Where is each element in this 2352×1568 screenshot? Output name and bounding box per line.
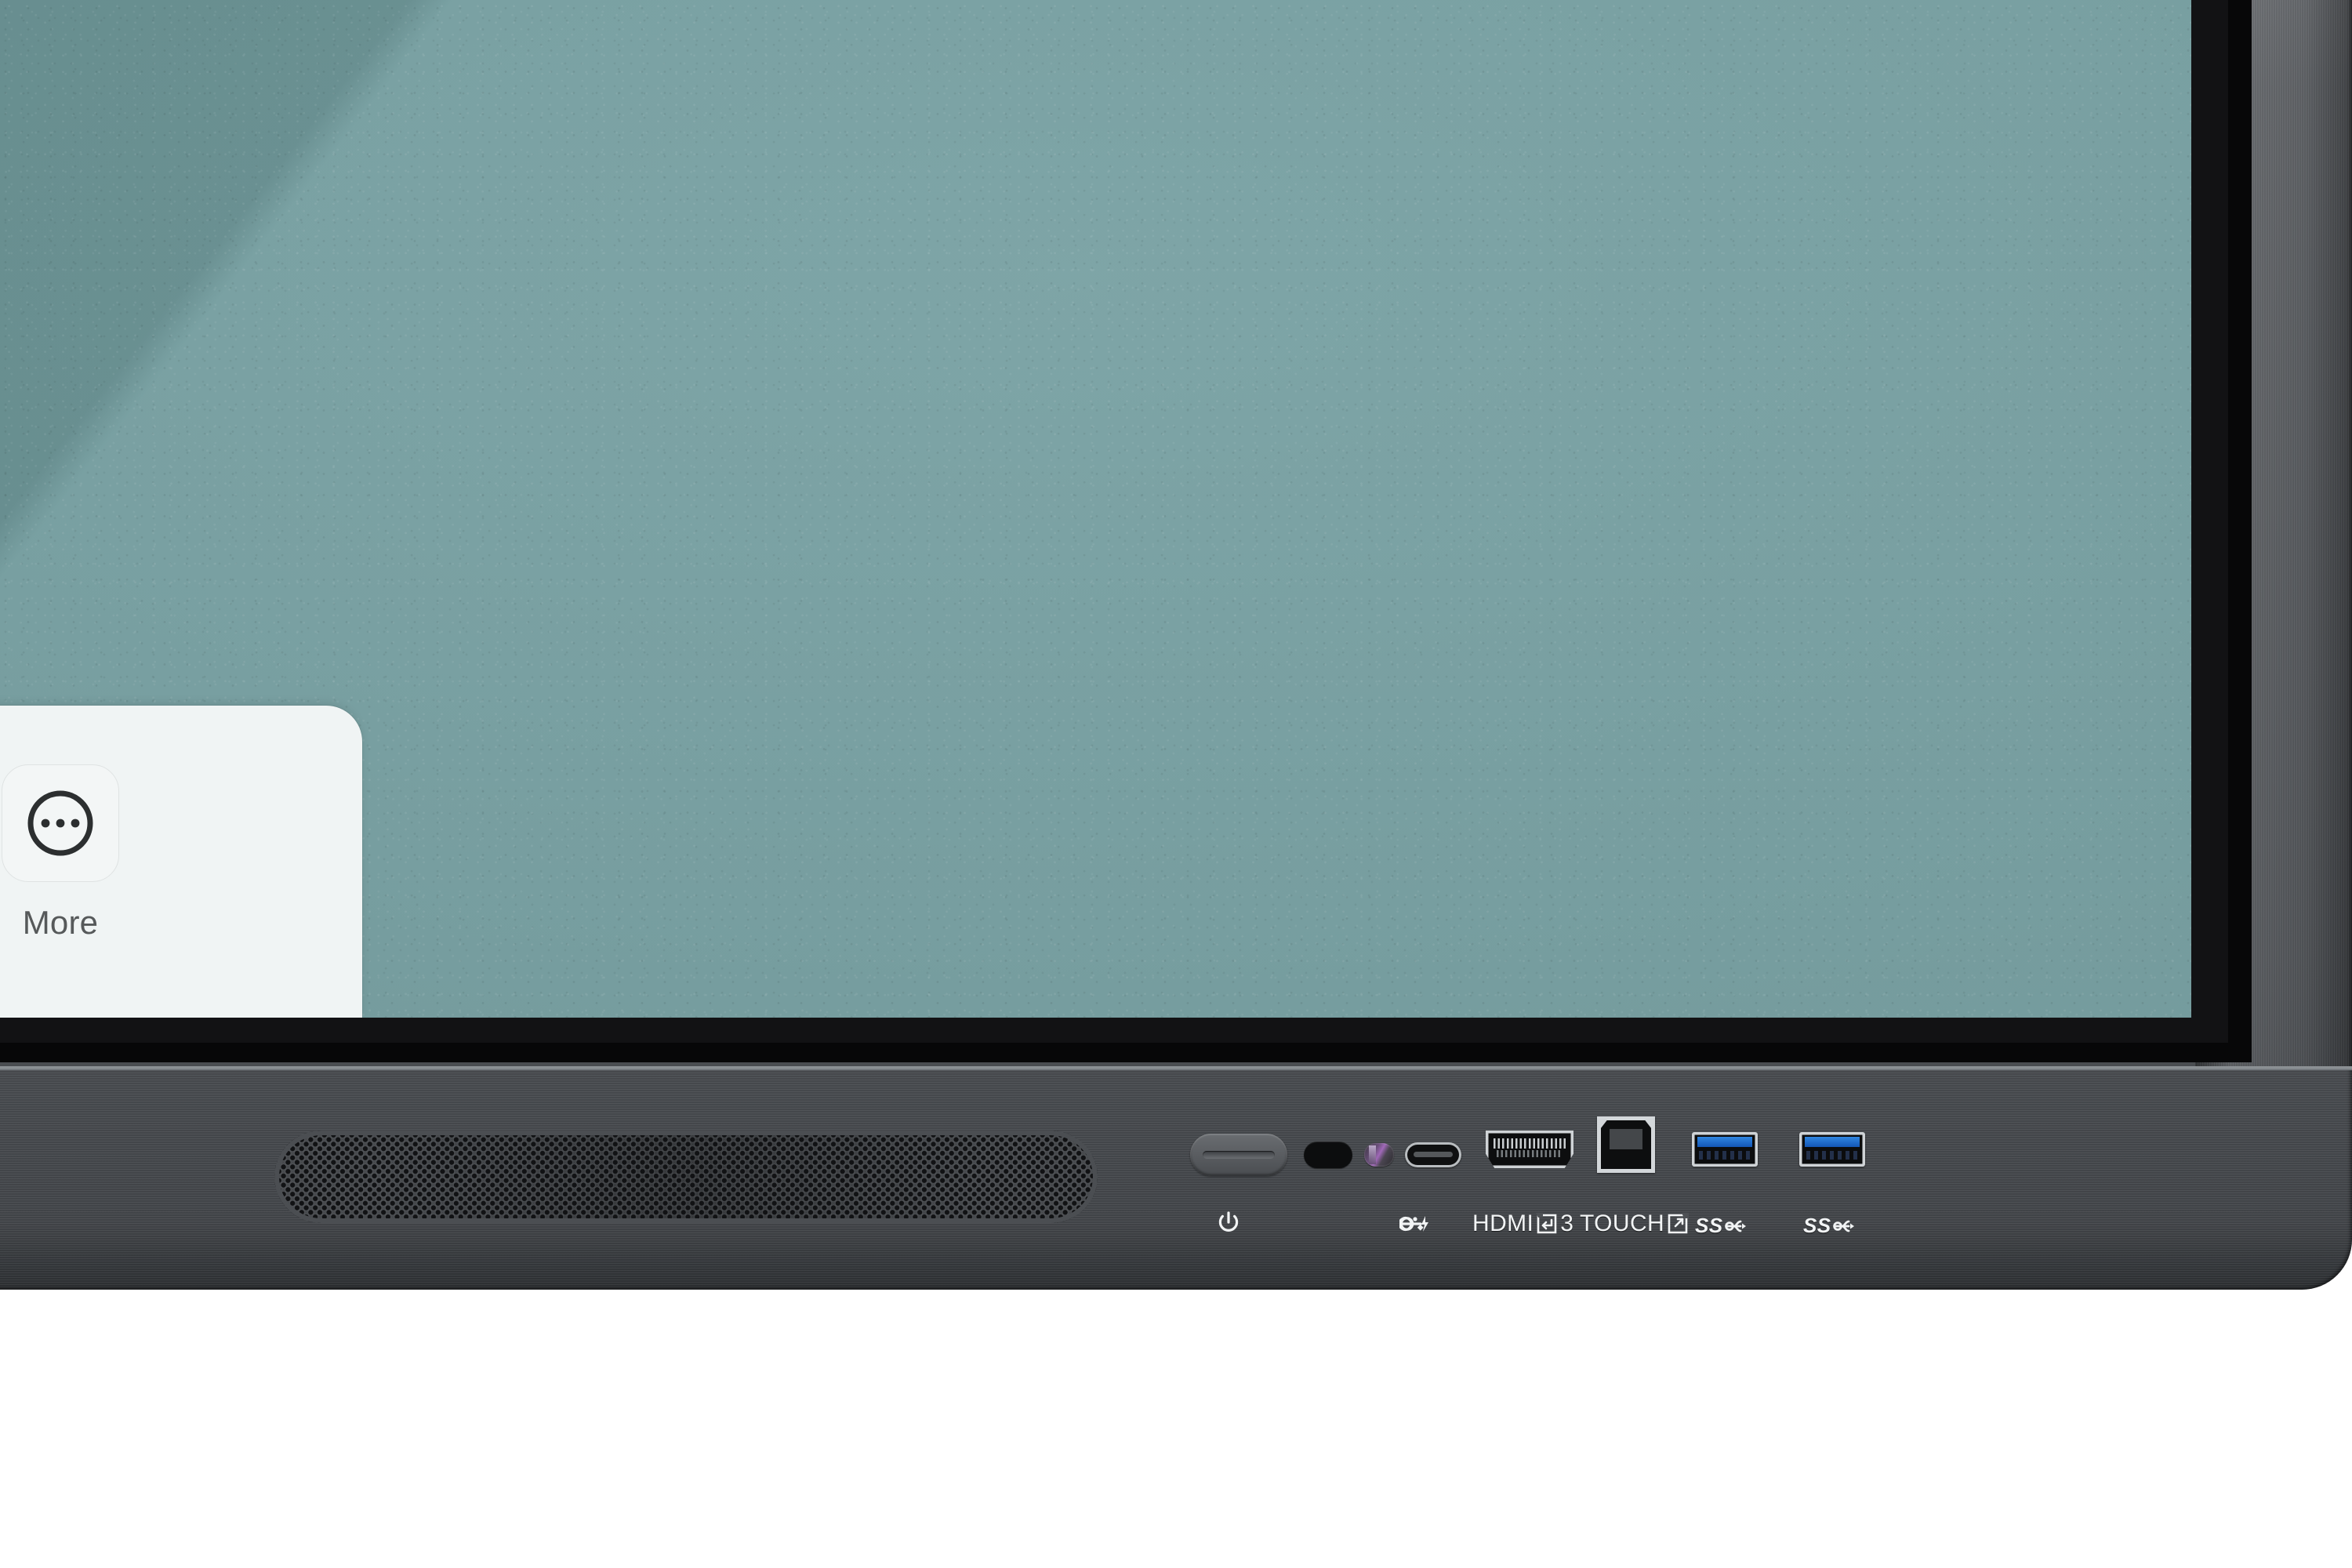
hdmi-label-text: HDMI (1472, 1210, 1534, 1236)
power-indicator-slot (1203, 1151, 1275, 1159)
quick-toolbar-panel[interactable]: More (0, 706, 362, 1018)
usb-a-port-2-blue-insert (1805, 1137, 1860, 1147)
usb-a-port-1[interactable] (1692, 1132, 1758, 1167)
hdmi-port[interactable] (1486, 1131, 1573, 1168)
bezel-gap-bottom (0, 1043, 2252, 1062)
usb-c-port[interactable] (1405, 1142, 1461, 1167)
touch-usb-b-port[interactable] (1597, 1116, 1655, 1173)
usb-a-port-1-blue-insert (1697, 1137, 1752, 1147)
screenshot-stage: More HDMI 3 TOUCH SS SS (0, 0, 2352, 1568)
speaker-grille-edge (274, 1131, 1098, 1223)
touch-usb-b-inner (1601, 1120, 1651, 1169)
usb-a-port-1-contacts (1699, 1151, 1751, 1160)
usb-ss-icon (1725, 1220, 1747, 1232)
toolbar-item-row: More (0, 706, 362, 1018)
toolbar-item-more-label: More (22, 904, 99, 941)
power-button[interactable] (1190, 1134, 1287, 1176)
device-chin: HDMI 3 TOUCH SS SS (0, 1068, 2352, 1290)
hdmi-label-index: 3 (1560, 1210, 1574, 1236)
hdmi-pins-top (1494, 1138, 1566, 1149)
power-label (1215, 1209, 1242, 1236)
more-dots-circle-icon (27, 790, 93, 856)
usb-ss-icon (1833, 1220, 1855, 1232)
ir-receiver-icon (1304, 1142, 1352, 1168)
touch-label-text: TOUCH (1580, 1210, 1665, 1236)
hdmi-pins-bottom (1497, 1150, 1563, 1157)
usb-c-power-icon (1399, 1216, 1428, 1232)
display-device: More HDMI 3 TOUCH SS SS (0, 0, 2352, 1290)
light-sensor-icon (1364, 1143, 1394, 1167)
usb-ss-text-1: SS (1695, 1214, 1723, 1237)
touch-out-icon (1668, 1213, 1690, 1234)
toolbar-tile-more[interactable] (2, 764, 119, 882)
speaker-grille (274, 1131, 1098, 1223)
usb-ss-text-2: SS (1803, 1214, 1831, 1237)
touch-usb-b-block (1609, 1129, 1643, 1150)
usb-a-port-1-label: SS (1695, 1214, 1748, 1238)
usb-a-port-2-contacts (1806, 1151, 1858, 1160)
toolbar-item-more[interactable]: More (2, 764, 119, 942)
hdmi-in-icon (1536, 1213, 1557, 1234)
usb-a-port-2-label: SS (1803, 1214, 1857, 1238)
power-icon (1218, 1211, 1239, 1232)
display-screen[interactable]: More (0, 0, 2191, 1018)
usb-c-tongue (1414, 1152, 1453, 1157)
touch-label: TOUCH (1580, 1210, 1690, 1237)
hdmi-label: HDMI 3 (1472, 1210, 1573, 1237)
usb-a-port-2[interactable] (1799, 1132, 1865, 1167)
bezel-gap-right (2228, 0, 2252, 1062)
usb-c-label (1399, 1212, 1431, 1236)
